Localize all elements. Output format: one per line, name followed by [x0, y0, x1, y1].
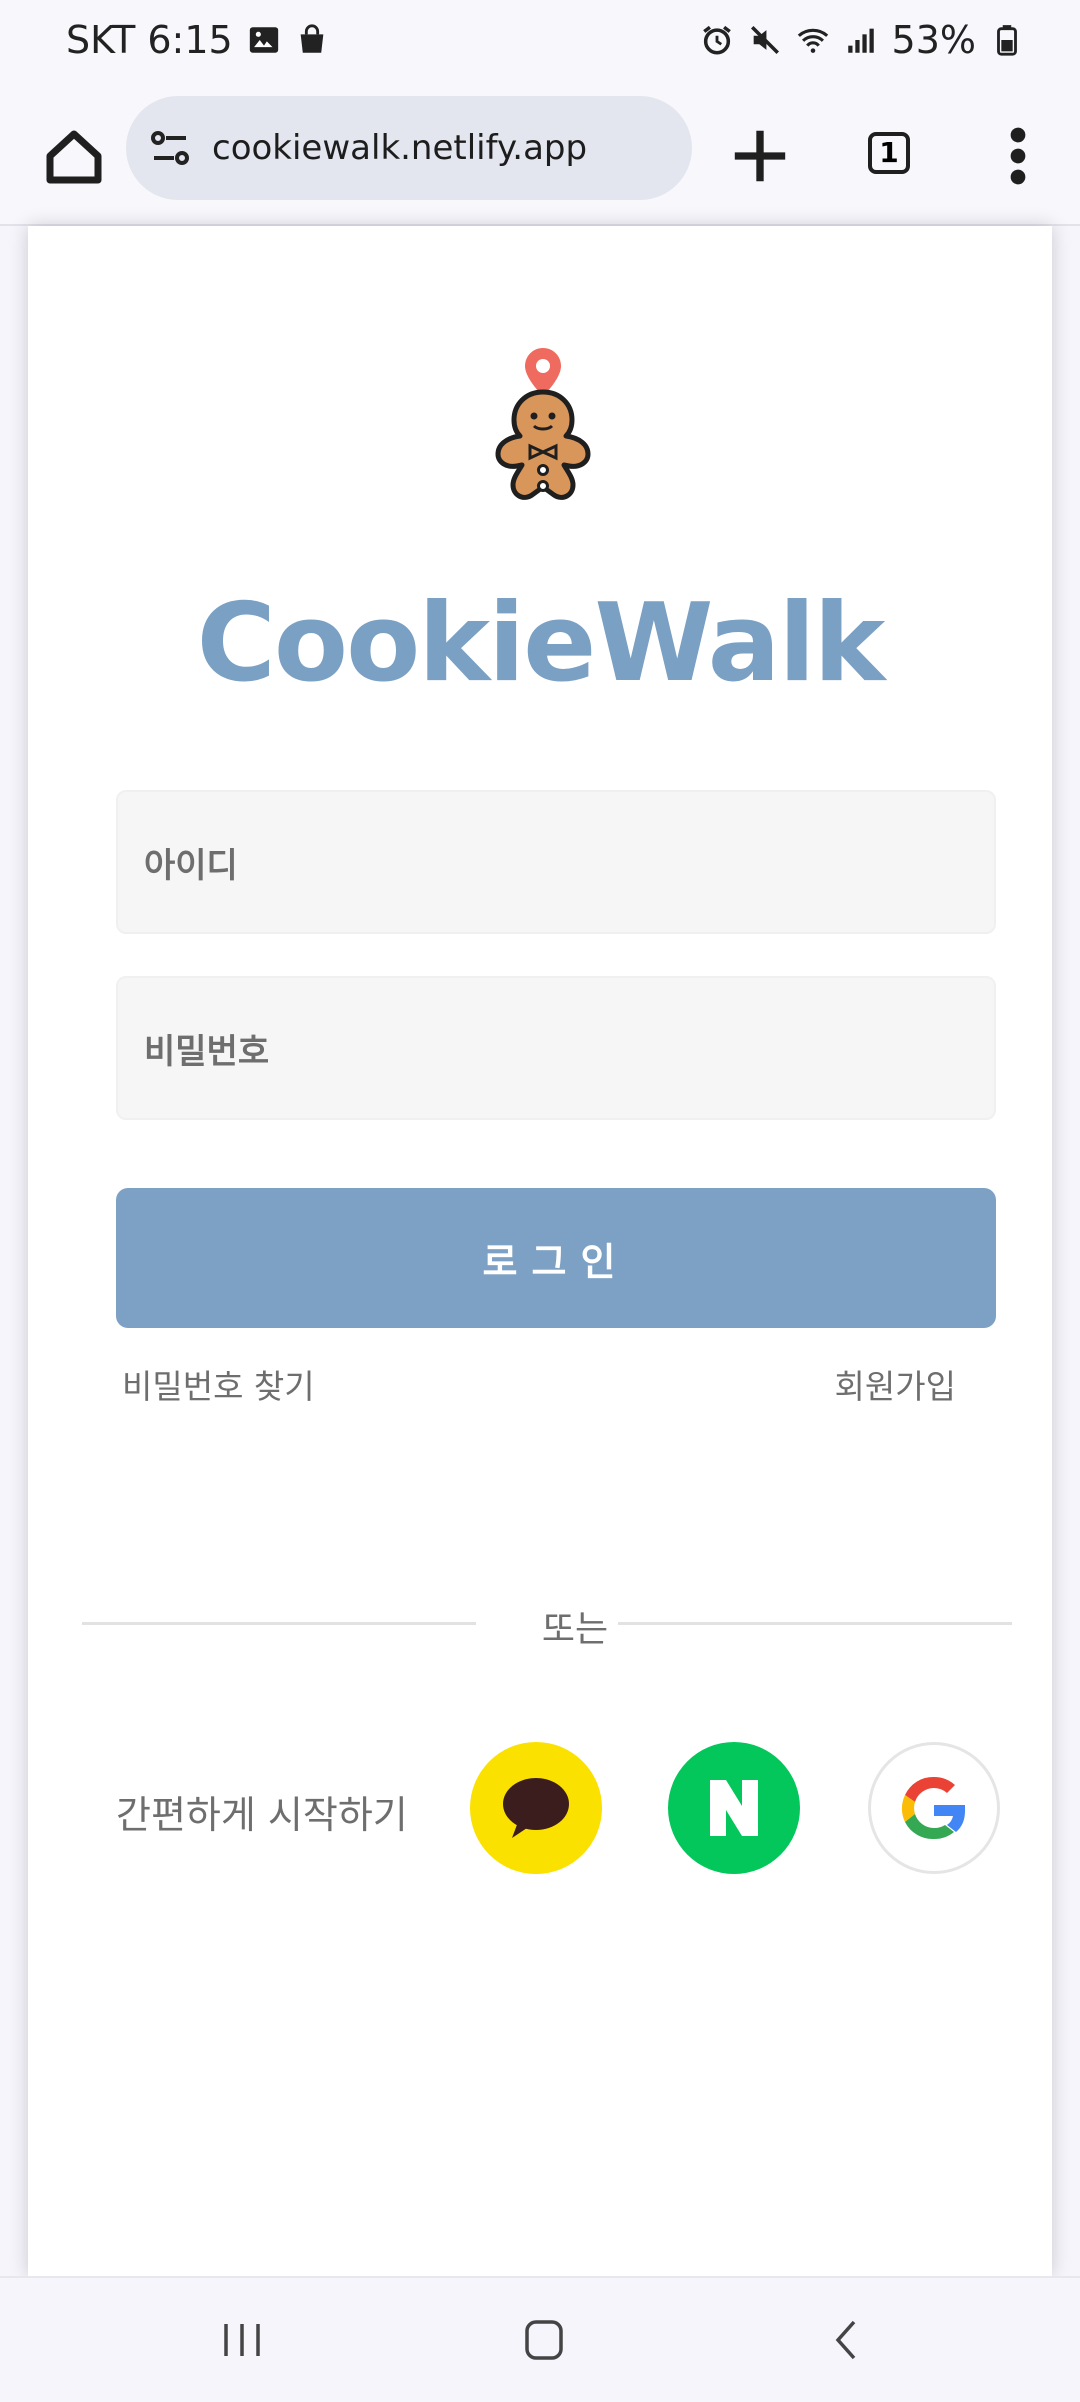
- address-bar[interactable]: cookiewalk.netlify.app: [126, 96, 692, 200]
- gingerbread-logo-icon: [495, 348, 591, 500]
- tab-switcher-button[interactable]: 1: [850, 114, 934, 198]
- divider-left: [82, 1622, 476, 1625]
- login-button[interactable]: 로그인: [116, 1188, 996, 1328]
- status-bar: SKT 6:15 53%: [0, 0, 1080, 88]
- google-login-button[interactable]: [868, 1742, 1000, 1874]
- kakao-chat-icon: [503, 1778, 569, 1838]
- password-placeholder: 비밀번호: [144, 1031, 270, 1072]
- signup-link[interactable]: 회원가입: [835, 1360, 956, 1408]
- signal-icon: [847, 28, 874, 53]
- home-icon[interactable]: [34, 116, 114, 196]
- id-placeholder: 아이디: [144, 845, 238, 886]
- divider-text: 또는: [541, 1609, 609, 1650]
- kakao-login-button[interactable]: [470, 1742, 602, 1874]
- naver-login-button[interactable]: [668, 1742, 800, 1874]
- brand-title: CookieWalk: [196, 581, 886, 706]
- gallery-icon: [249, 27, 278, 53]
- id-input[interactable]: 아이디: [116, 790, 996, 934]
- system-nav-bar: [0, 2276, 1080, 2402]
- new-tab-icon[interactable]: [718, 114, 802, 198]
- divider-right: [618, 1622, 1012, 1625]
- site-settings-icon[interactable]: [146, 124, 194, 172]
- shopping-bag-icon: [300, 24, 324, 53]
- more-menu-icon[interactable]: [996, 114, 1040, 198]
- home-nav-icon[interactable]: [503, 2308, 583, 2372]
- quick-start-label: 간편하게 시작하기: [116, 1793, 408, 1837]
- battery-icon: [997, 25, 1017, 56]
- back-icon[interactable]: [808, 2308, 888, 2372]
- url-text[interactable]: cookiewalk.netlify.app: [212, 128, 587, 168]
- wifi-icon: [797, 28, 828, 53]
- login-page: CookieWalk 아이디 비밀번호 로그인 비밀번호 찾기 회원가입 또는 …: [28, 226, 1052, 2276]
- browser-toolbar: cookiewalk.netlify.app 1: [0, 88, 1080, 226]
- naver-n-icon: [710, 1780, 758, 1836]
- google-g-icon: [901, 1776, 965, 1840]
- battery-percent: 53%: [891, 18, 976, 62]
- carrier-time: SKT 6:15: [66, 18, 233, 62]
- recent-apps-icon[interactable]: [202, 2308, 282, 2372]
- find-password-link[interactable]: 비밀번호 찾기: [122, 1360, 315, 1408]
- password-input[interactable]: 비밀번호: [116, 976, 996, 1120]
- tab-count: 1: [868, 132, 910, 174]
- alarm-icon: [702, 25, 731, 55]
- mute-icon: [750, 25, 779, 55]
